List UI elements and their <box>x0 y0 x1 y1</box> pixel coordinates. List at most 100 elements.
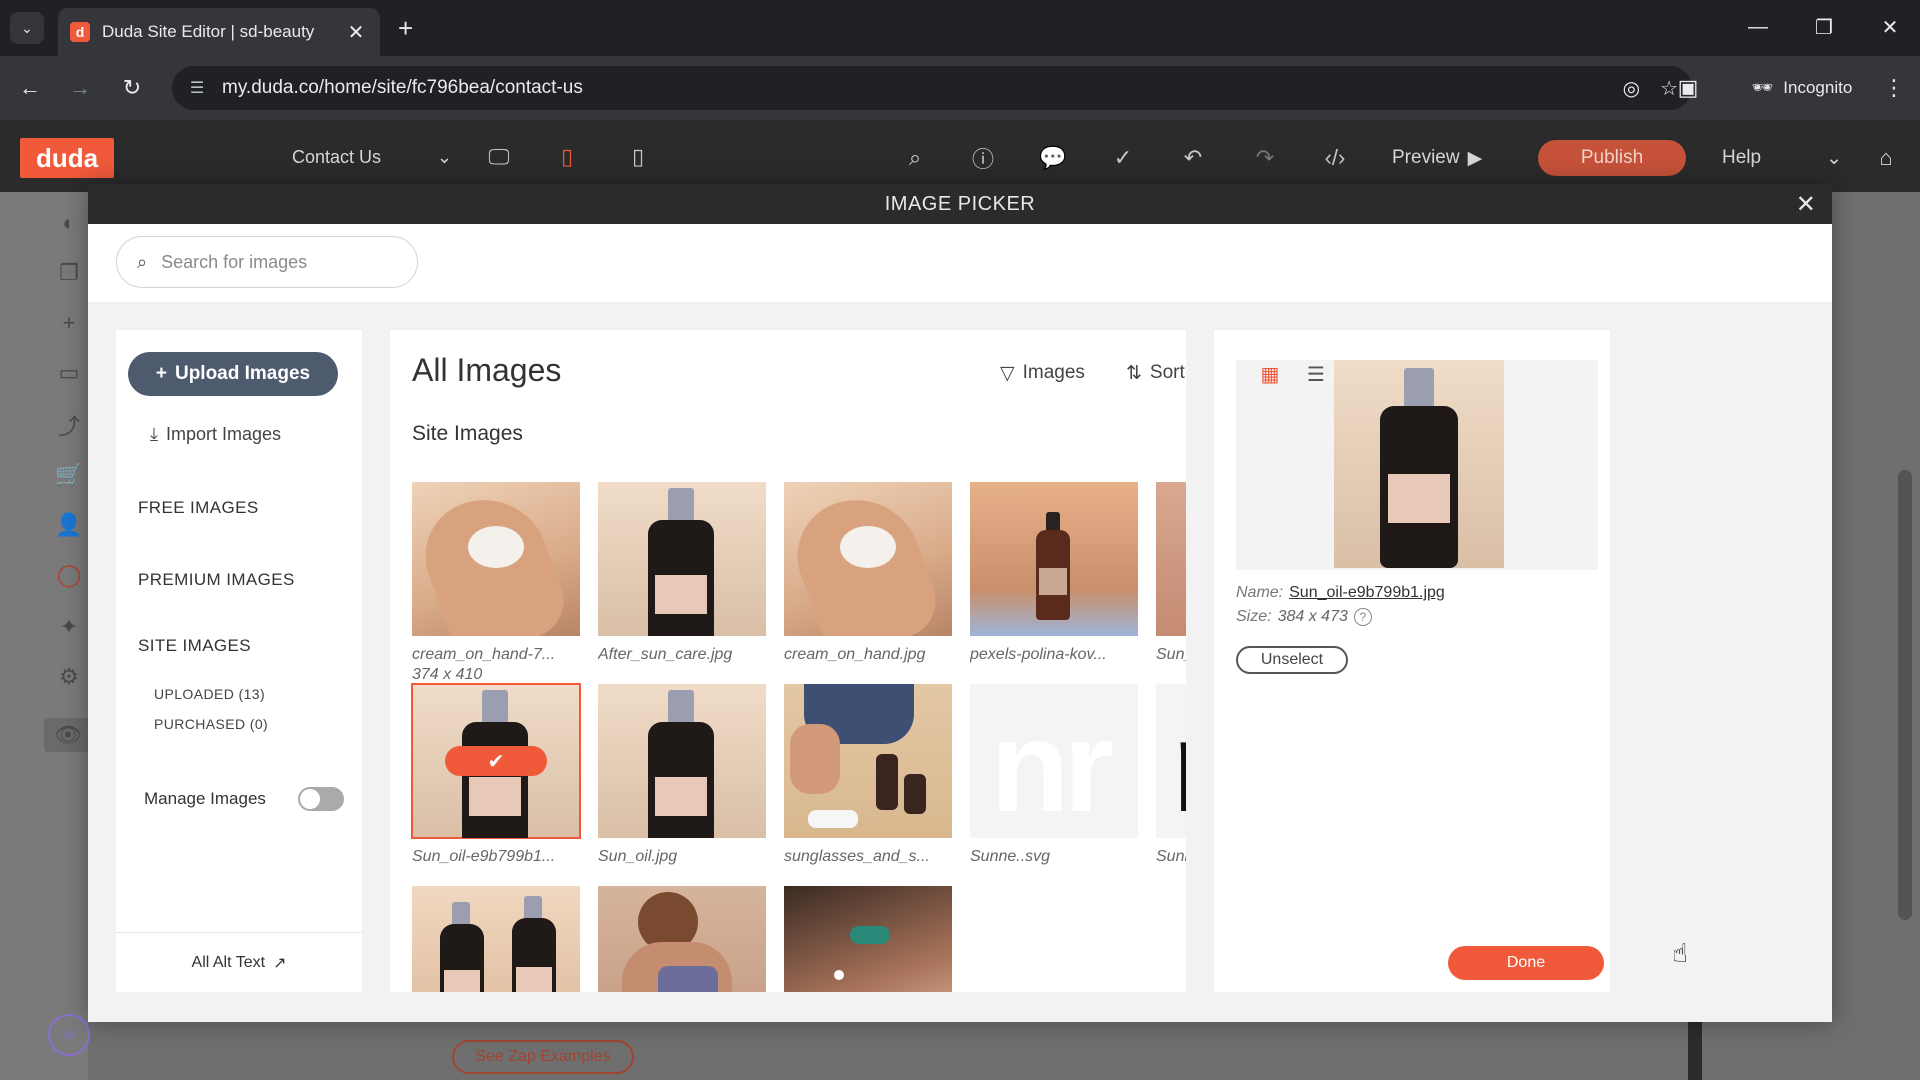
incognito-icon: 🕶 <box>1751 78 1774 97</box>
manage-images-label: Manage Images <box>144 789 266 808</box>
incognito-label: Incognito <box>1783 78 1853 97</box>
reload-icon[interactable]: ↻ <box>114 70 150 106</box>
manage-images-toggle[interactable] <box>298 787 344 811</box>
back-arrow-icon[interactable]: ← <box>12 70 48 106</box>
new-tab-button[interactable]: + <box>398 14 413 42</box>
preview-button[interactable]: Preview ▶ <box>1392 142 1482 174</box>
restore-window-icon[interactable]: ❐ <box>1800 10 1848 44</box>
upload-images-button[interactable]: + Upload Images <box>128 352 338 396</box>
design-palette-icon[interactable]: ◐ <box>52 206 86 240</box>
images-filter-button[interactable]: ▽ Images <box>1000 360 1085 386</box>
screen: ⌄ d Duda Site Editor | sd-beauty ✕ + — ❐… <box>0 0 1920 1080</box>
info-icon[interactable]: ⓘ <box>966 142 1000 174</box>
address-bar[interactable]: ☰ my.duda.co/home/site/fc796bea/contact-… <box>172 66 1692 110</box>
undo-icon[interactable]: ↶ <box>1176 142 1210 174</box>
minimize-window-icon[interactable]: — <box>1734 10 1782 44</box>
apps-puzzle-icon[interactable]: ✦ <box>52 610 86 644</box>
desktop-view-icon[interactable]: 🖵 <box>478 142 520 172</box>
play-icon: ▶ <box>1467 147 1483 169</box>
sort-button[interactable]: ⇅ Sort <box>1126 360 1185 386</box>
purchased-filter-link[interactable]: PURCHASED (0) <box>154 716 268 732</box>
home-icon[interactable]: ⌂ <box>1870 142 1902 174</box>
search-icon[interactable]: ⌕ <box>898 142 932 174</box>
pages-icon[interactable]: ❐ <box>52 256 86 290</box>
content-folder-icon[interactable]: ▭ <box>52 356 86 390</box>
image-preview <box>784 482 952 636</box>
ai-assistant-icon[interactable]: ✧ <box>48 1014 90 1056</box>
image-thumb[interactable]: After_sun_care.jpg <box>598 482 766 664</box>
image-thumb-selected[interactable]: ✔ Sun_oil-e9b799b1... <box>411 683 581 866</box>
connections-icon[interactable]: ⤴ <box>52 408 86 442</box>
comments-icon[interactable]: 💬 <box>1036 142 1070 174</box>
tab-close-icon[interactable]: ✕ <box>344 20 368 45</box>
forward-arrow-icon[interactable]: → <box>62 70 98 106</box>
users-icon[interactable]: 👤 <box>52 508 86 542</box>
browser-tab-active[interactable]: d Duda Site Editor | sd-beauty ✕ <box>58 8 380 56</box>
site-settings-icon[interactable]: ☰ <box>186 78 208 98</box>
image-thumb[interactable]: Sun_oil.jpg <box>598 684 766 866</box>
image-preview: ✔ <box>411 683 581 839</box>
image-thumb[interactable]: cream_on_hand.jpg <box>784 482 952 664</box>
image-name: Sunne_black..svg <box>1156 848 1186 865</box>
premium-images-link[interactable]: PREMIUM IMAGES <box>138 570 295 590</box>
image-name: cream_on_hand-7... <box>412 646 556 663</box>
checkmark-icon[interactable]: ✓ <box>1106 142 1140 174</box>
image-preview <box>1156 482 1186 636</box>
image-thumb[interactable]: nr Sunne..svg <box>970 684 1138 866</box>
visibility-eye-icon[interactable]: 👁 <box>44 718 92 752</box>
toggle-knob <box>300 789 320 809</box>
chat-icon[interactable]: ◯ <box>52 558 86 592</box>
image-thumb[interactable]: cream_on_hand-7... 374 x 410 <box>412 482 580 684</box>
image-thumb[interactable]: Sun_lotion.jpg <box>1156 482 1186 664</box>
image-search-input[interactable] <box>161 251 382 273</box>
close-icon[interactable]: ✕ <box>1790 188 1822 220</box>
tab-search-chevron-icon[interactable]: ⌄ <box>10 12 44 44</box>
help-question-icon[interactable]: ? <box>1353 608 1372 626</box>
modal-title: IMAGE PICKER <box>884 192 1036 215</box>
settings-gear-icon[interactable]: ⚙ <box>52 660 86 694</box>
side-panel-icon[interactable]: ▣ <box>1670 70 1706 106</box>
image-thumb[interactable]: sunglasses_and_s... <box>784 684 952 866</box>
image-thumb[interactable]: nr Sunne_black..svg <box>1156 684 1186 866</box>
see-zap-examples-button[interactable]: See Zap Examples <box>452 1040 634 1074</box>
site-images-link[interactable]: SITE IMAGES <box>138 636 251 656</box>
done-button[interactable]: Done <box>1448 946 1604 980</box>
redo-icon[interactable]: ↷ <box>1248 142 1282 174</box>
page-selector[interactable]: Contact Us ⌄ <box>292 142 452 172</box>
free-images-link[interactable]: FREE IMAGES <box>138 498 259 518</box>
store-cart-icon[interactable]: 🛒 <box>52 458 86 492</box>
external-link-icon: ↗ <box>273 955 287 972</box>
uploaded-filter-link[interactable]: UPLOADED (13) <box>154 686 265 702</box>
publish-button[interactable]: Publish <box>1538 140 1686 176</box>
import-images-button[interactable]: ⤓ Import Images <box>150 420 281 448</box>
code-icon[interactable]: ‹/› <box>1318 142 1352 174</box>
selected-check-icon: ✔ <box>445 746 547 776</box>
all-alt-text-label: All Alt Text <box>191 954 266 971</box>
image-search-box[interactable]: ⌕ <box>116 236 418 288</box>
selected-image-preview <box>1236 360 1598 570</box>
list-view-toggle-icon[interactable]: ☰ <box>1304 362 1328 386</box>
duda-logo[interactable]: duda <box>20 138 114 178</box>
incognito-indicator[interactable]: 🕶 Incognito <box>1728 68 1876 108</box>
image-thumb[interactable] <box>784 886 952 992</box>
mobile-view-icon[interactable]: ▯ <box>628 142 648 172</box>
image-name-value[interactable]: Sun_oil-e9b799b1.jpg <box>1289 584 1445 602</box>
add-widget-icon[interactable]: + <box>52 306 86 340</box>
images-filter-label: Images <box>1022 362 1085 383</box>
image-preview <box>412 482 580 636</box>
page-scrollbar[interactable] <box>1898 470 1912 920</box>
help-menu[interactable]: Help ⌄ <box>1722 142 1842 174</box>
upload-images-label: Upload Images <box>174 363 311 384</box>
image-thumb[interactable] <box>412 886 580 992</box>
grid-view-toggle-icon[interactable]: ▦ <box>1258 362 1282 386</box>
close-window-icon[interactable]: ✕ <box>1866 10 1914 44</box>
image-preview <box>784 886 952 992</box>
mouse-cursor-icon: ☝ <box>1672 938 1688 968</box>
image-thumb[interactable]: pexels-polina-kov... <box>970 482 1138 664</box>
browser-menu-icon[interactable]: ⋮ <box>1876 70 1912 106</box>
image-thumb[interactable] <box>598 886 766 992</box>
all-alt-text-link[interactable]: All Alt Text ↗ <box>116 950 362 976</box>
tablet-view-icon[interactable]: ▯ <box>556 142 578 172</box>
eye-off-icon[interactable]: ◎ <box>1623 76 1640 101</box>
unselect-button[interactable]: Unselect <box>1236 646 1348 674</box>
